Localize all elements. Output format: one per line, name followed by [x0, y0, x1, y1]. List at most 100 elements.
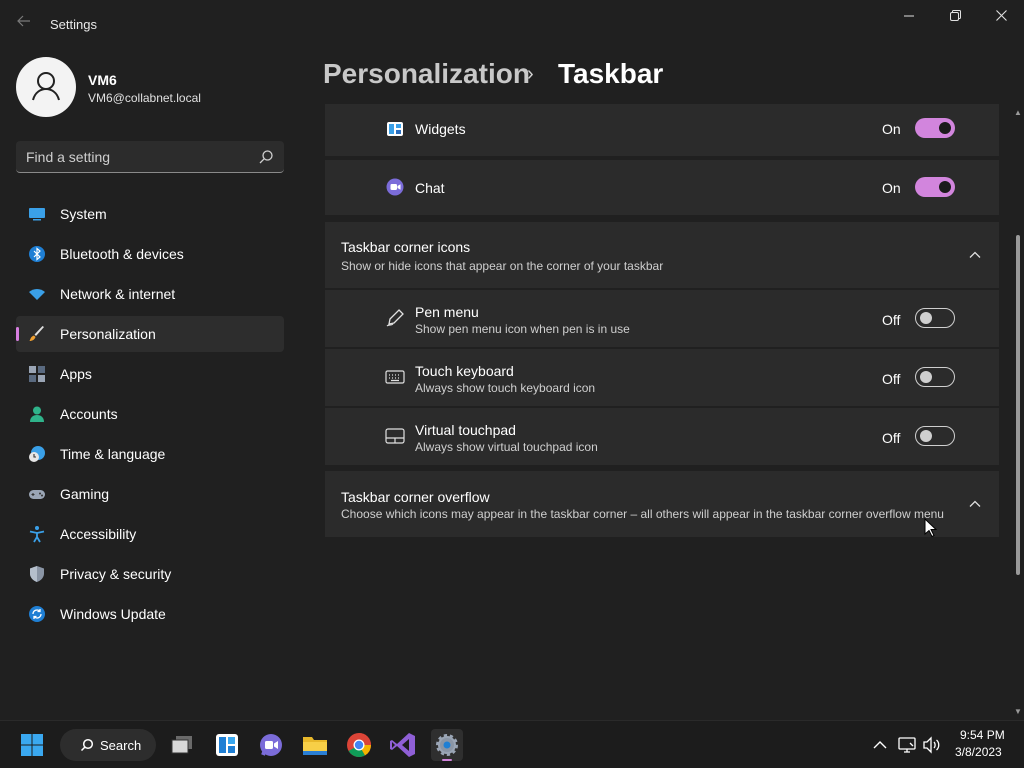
user-avatar-icon — [32, 72, 60, 101]
clock-date[interactable]: 3/8/2023 — [955, 745, 1002, 759]
taskbar-search[interactable]: Search — [60, 729, 156, 761]
chrome-icon — [347, 733, 371, 758]
scroll-up-arrow[interactable]: ▲ — [1013, 108, 1023, 118]
apps-icon — [29, 366, 45, 382]
clock-time[interactable]: 9:54 PM — [960, 728, 1005, 742]
volume-icon[interactable] — [922, 735, 942, 755]
shield-icon — [30, 566, 44, 582]
corner-icons-header[interactable]: Taskbar corner icons Show or hide icons … — [325, 222, 999, 288]
widgets-icon — [387, 122, 403, 136]
search-box[interactable] — [16, 141, 284, 173]
sidebar-item-network[interactable]: Network & internet — [16, 276, 284, 312]
user-name: VM6 — [88, 72, 117, 88]
chevron-up-icon[interactable] — [968, 248, 982, 262]
app-title: Settings — [50, 17, 97, 32]
sidebar-item-label: System — [60, 206, 107, 222]
chevron-up-icon[interactable] — [870, 735, 890, 755]
visual-studio-button[interactable] — [387, 729, 419, 761]
widgets-state: On — [882, 121, 901, 137]
chevron-up-icon[interactable] — [968, 497, 982, 511]
breadcrumb-parent[interactable]: Personalization — [323, 58, 530, 90]
brush-icon — [29, 326, 44, 341]
visual-studio-icon — [390, 733, 415, 757]
virtual-touchpad-state: Off — [882, 430, 901, 446]
virtual-touchpad-label: Virtual touchpad — [415, 422, 516, 438]
sidebar-item-bluetooth[interactable]: Bluetooth & devices — [16, 236, 284, 272]
widgets-row: Widgets On — [325, 104, 999, 156]
teams-chat-button[interactable] — [255, 729, 287, 761]
sidebar-item-accounts[interactable]: Accounts — [16, 396, 284, 432]
mouse-cursor-icon — [924, 518, 938, 538]
clock-globe-icon — [29, 446, 45, 462]
scroll-down-arrow[interactable]: ▼ — [1013, 707, 1023, 717]
settings-taskbar-button[interactable] — [431, 729, 463, 761]
corner-overflow-subtitle: Choose which icons may appear in the tas… — [341, 507, 944, 521]
file-explorer-icon — [303, 737, 327, 755]
active-app-indicator — [442, 759, 452, 761]
close-button[interactable] — [986, 8, 1016, 26]
accounts-icon — [30, 406, 44, 422]
pen-icon — [386, 309, 404, 327]
taskbar-search-label: Search — [100, 738, 142, 753]
chat-icon — [386, 178, 404, 196]
sidebar-item-system[interactable]: System — [16, 196, 284, 232]
start-button[interactable] — [16, 729, 48, 761]
pen-menu-row: Pen menu Show pen menu icon when pen is … — [325, 290, 999, 347]
widgets-toggle[interactable] — [915, 118, 955, 138]
network-icon[interactable] — [897, 735, 917, 755]
start-icon — [21, 734, 43, 756]
sidebar-item-privacy-security[interactable]: Privacy & security — [16, 556, 284, 592]
sidebar-item-personalization[interactable]: Personalization — [16, 316, 284, 352]
search-input[interactable] — [26, 141, 246, 172]
sidebar-item-label: Accessibility — [60, 526, 137, 542]
system-icon — [29, 208, 45, 221]
touch-keyboard-desc: Always show touch keyboard icon — [415, 381, 596, 395]
touch-keyboard-toggle[interactable] — [915, 367, 955, 387]
back-button[interactable] — [14, 14, 34, 34]
scrollbar-thumb[interactable] — [1016, 235, 1020, 575]
search-icon[interactable] — [258, 149, 274, 165]
task-view-button[interactable] — [167, 729, 199, 761]
settings-gear-icon — [436, 734, 458, 756]
user-email: VM6@collabnet.local — [88, 91, 201, 105]
toggle-knob — [939, 181, 951, 193]
pen-menu-toggle[interactable] — [915, 308, 955, 328]
title-bar: Settings — [0, 0, 1024, 48]
search-icon — [80, 738, 94, 752]
sidebar-item-label: Time & language — [60, 446, 166, 462]
chat-state: On — [882, 180, 901, 196]
touch-keyboard-row: Touch keyboard Always show touch keyboar… — [325, 349, 999, 406]
breadcrumb-separator: › — [527, 63, 534, 85]
sidebar-item-accessibility[interactable]: Accessibility — [16, 516, 284, 552]
chat-toggle[interactable] — [915, 177, 955, 197]
sidebar-item-label: Privacy & security — [60, 566, 172, 582]
sidebar-item-label: Apps — [60, 366, 92, 382]
widgets-taskbar-button[interactable] — [211, 729, 243, 761]
corner-icons-subtitle: Show or hide icons that appear on the co… — [341, 259, 664, 273]
minimize-icon — [904, 15, 914, 17]
sidebar-item-windows-update[interactable]: Windows Update — [16, 596, 284, 632]
virtual-touchpad-toggle[interactable] — [915, 426, 955, 446]
sidebar-nav: System Bluetooth & devices Network & int… — [16, 196, 284, 636]
touch-keyboard-label: Touch keyboard — [415, 363, 514, 379]
chat-row: Chat On — [325, 160, 999, 215]
task-view-icon — [171, 736, 192, 754]
taskbar: Search — [0, 720, 1024, 768]
sidebar-item-label: Gaming — [60, 486, 110, 502]
corner-overflow-header[interactable]: Taskbar corner overflow Choose which ico… — [325, 471, 999, 537]
sidebar-item-gaming[interactable]: Gaming — [16, 476, 284, 512]
chat-label: Chat — [415, 180, 445, 196]
sidebar-item-apps[interactable]: Apps — [16, 356, 284, 392]
toggle-knob — [939, 122, 951, 134]
update-icon — [29, 606, 45, 622]
sidebar-item-time-language[interactable]: Time & language — [16, 436, 284, 472]
minimize-button[interactable] — [894, 8, 924, 26]
restore-button[interactable] — [940, 8, 970, 26]
virtual-touchpad-row: Virtual touchpad Always show virtual tou… — [325, 408, 999, 465]
avatar[interactable] — [16, 57, 76, 117]
chrome-button[interactable] — [343, 729, 375, 761]
bluetooth-icon — [29, 246, 45, 262]
page-title: Taskbar — [558, 58, 664, 89]
restore-icon — [949, 10, 961, 21]
file-explorer-button[interactable] — [299, 729, 331, 761]
